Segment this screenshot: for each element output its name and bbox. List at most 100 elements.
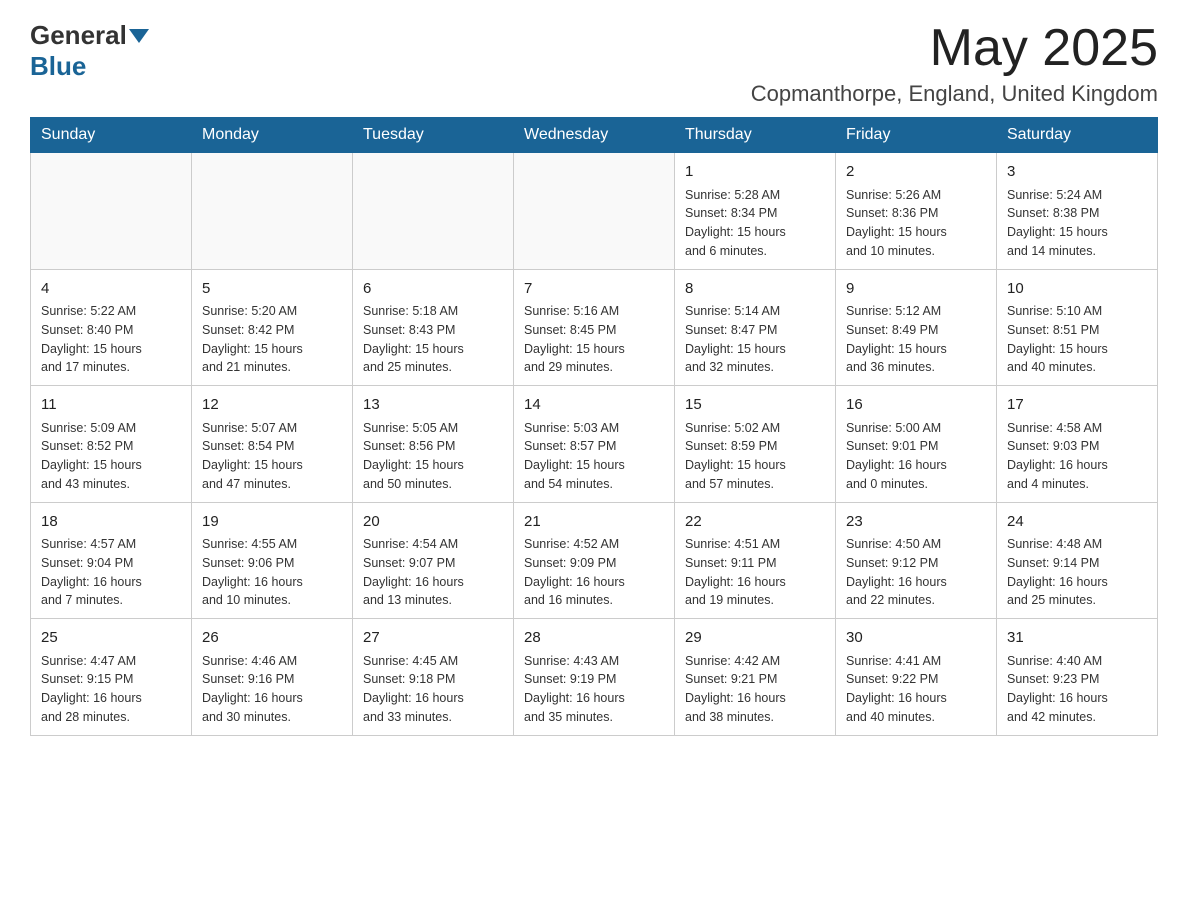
calendar-header-row: SundayMondayTuesdayWednesdayThursdayFrid… bbox=[31, 118, 1158, 153]
day-header-friday: Friday bbox=[836, 118, 997, 153]
day-info: Daylight: 16 hours bbox=[1007, 573, 1147, 592]
day-info: and 38 minutes. bbox=[685, 708, 825, 727]
day-info: and 40 minutes. bbox=[1007, 358, 1147, 377]
day-info: Sunset: 8:42 PM bbox=[202, 321, 342, 340]
day-info: Daylight: 15 hours bbox=[363, 340, 503, 359]
day-info: Daylight: 16 hours bbox=[524, 573, 664, 592]
day-info: and 7 minutes. bbox=[41, 591, 181, 610]
day-info: Sunset: 9:06 PM bbox=[202, 554, 342, 573]
day-info: Sunrise: 5:20 AM bbox=[202, 302, 342, 321]
day-info: Daylight: 16 hours bbox=[1007, 456, 1147, 475]
calendar-cell: 7Sunrise: 5:16 AMSunset: 8:45 PMDaylight… bbox=[514, 269, 675, 386]
calendar-week-5: 25Sunrise: 4:47 AMSunset: 9:15 PMDayligh… bbox=[31, 619, 1158, 736]
day-info: Sunrise: 4:48 AM bbox=[1007, 535, 1147, 554]
day-info: Sunset: 8:56 PM bbox=[363, 437, 503, 456]
calendar-cell: 9Sunrise: 5:12 AMSunset: 8:49 PMDaylight… bbox=[836, 269, 997, 386]
day-info: Sunrise: 4:52 AM bbox=[524, 535, 664, 554]
calendar-cell: 22Sunrise: 4:51 AMSunset: 9:11 PMDayligh… bbox=[675, 502, 836, 619]
day-info: Sunrise: 5:02 AM bbox=[685, 419, 825, 438]
calendar-cell: 5Sunrise: 5:20 AMSunset: 8:42 PMDaylight… bbox=[192, 269, 353, 386]
day-info: Sunrise: 5:07 AM bbox=[202, 419, 342, 438]
day-number: 25 bbox=[41, 627, 181, 650]
day-info: Daylight: 15 hours bbox=[685, 456, 825, 475]
day-info: and 21 minutes. bbox=[202, 358, 342, 377]
day-number: 4 bbox=[41, 278, 181, 301]
day-info: Sunrise: 4:45 AM bbox=[363, 652, 503, 671]
day-info: Daylight: 15 hours bbox=[846, 223, 986, 242]
page-header: General Blue May 2025 Copmanthorpe, Engl… bbox=[30, 20, 1158, 107]
day-info: Sunrise: 5:18 AM bbox=[363, 302, 503, 321]
calendar-week-2: 4Sunrise: 5:22 AMSunset: 8:40 PMDaylight… bbox=[31, 269, 1158, 386]
day-info: and 30 minutes. bbox=[202, 708, 342, 727]
day-info: Sunrise: 4:46 AM bbox=[202, 652, 342, 671]
location-text: Copmanthorpe, England, United Kingdom bbox=[751, 81, 1158, 107]
calendar-cell: 4Sunrise: 5:22 AMSunset: 8:40 PMDaylight… bbox=[31, 269, 192, 386]
day-info: Sunrise: 5:26 AM bbox=[846, 186, 986, 205]
day-header-tuesday: Tuesday bbox=[353, 118, 514, 153]
day-info: Daylight: 16 hours bbox=[685, 689, 825, 708]
day-info: Sunset: 8:52 PM bbox=[41, 437, 181, 456]
day-info: Sunrise: 4:58 AM bbox=[1007, 419, 1147, 438]
day-info: Sunset: 9:22 PM bbox=[846, 670, 986, 689]
day-info: Daylight: 16 hours bbox=[202, 689, 342, 708]
month-title: May 2025 bbox=[751, 20, 1158, 77]
day-info: Daylight: 16 hours bbox=[363, 689, 503, 708]
day-info: Sunset: 9:03 PM bbox=[1007, 437, 1147, 456]
day-info: Sunrise: 5:03 AM bbox=[524, 419, 664, 438]
day-info: Daylight: 16 hours bbox=[685, 573, 825, 592]
calendar-cell bbox=[514, 153, 675, 270]
day-header-wednesday: Wednesday bbox=[514, 118, 675, 153]
calendar-cell: 31Sunrise: 4:40 AMSunset: 9:23 PMDayligh… bbox=[997, 619, 1158, 736]
day-info: Sunrise: 4:55 AM bbox=[202, 535, 342, 554]
day-info: and 29 minutes. bbox=[524, 358, 664, 377]
day-info: Sunrise: 4:51 AM bbox=[685, 535, 825, 554]
day-info: and 47 minutes. bbox=[202, 475, 342, 494]
day-info: Daylight: 15 hours bbox=[524, 456, 664, 475]
day-info: Sunset: 8:38 PM bbox=[1007, 204, 1147, 223]
day-info: Sunset: 9:19 PM bbox=[524, 670, 664, 689]
day-info: Sunset: 8:59 PM bbox=[685, 437, 825, 456]
calendar-cell bbox=[31, 153, 192, 270]
day-info: and 28 minutes. bbox=[41, 708, 181, 727]
day-info: Sunrise: 5:05 AM bbox=[363, 419, 503, 438]
day-info: Sunset: 9:18 PM bbox=[363, 670, 503, 689]
calendar-cell: 17Sunrise: 4:58 AMSunset: 9:03 PMDayligh… bbox=[997, 386, 1158, 503]
day-info: Daylight: 16 hours bbox=[524, 689, 664, 708]
day-info: Daylight: 15 hours bbox=[1007, 223, 1147, 242]
day-number: 8 bbox=[685, 278, 825, 301]
calendar-cell: 26Sunrise: 4:46 AMSunset: 9:16 PMDayligh… bbox=[192, 619, 353, 736]
day-number: 28 bbox=[524, 627, 664, 650]
day-info: Sunset: 9:23 PM bbox=[1007, 670, 1147, 689]
day-info: Sunrise: 4:40 AM bbox=[1007, 652, 1147, 671]
day-info: and 14 minutes. bbox=[1007, 242, 1147, 261]
day-info: and 6 minutes. bbox=[685, 242, 825, 261]
day-info: and 25 minutes. bbox=[1007, 591, 1147, 610]
day-info: Sunrise: 5:22 AM bbox=[41, 302, 181, 321]
day-info: Sunrise: 5:00 AM bbox=[846, 419, 986, 438]
day-info: Sunrise: 4:57 AM bbox=[41, 535, 181, 554]
day-info: Sunset: 9:16 PM bbox=[202, 670, 342, 689]
day-info: Sunset: 8:49 PM bbox=[846, 321, 986, 340]
calendar-cell: 23Sunrise: 4:50 AMSunset: 9:12 PMDayligh… bbox=[836, 502, 997, 619]
day-info: Daylight: 15 hours bbox=[202, 456, 342, 475]
day-info: Sunrise: 5:10 AM bbox=[1007, 302, 1147, 321]
day-info: Daylight: 16 hours bbox=[41, 573, 181, 592]
day-info: Sunrise: 5:28 AM bbox=[685, 186, 825, 205]
day-info: Sunrise: 4:47 AM bbox=[41, 652, 181, 671]
logo-general-text: General bbox=[30, 20, 127, 51]
day-number: 6 bbox=[363, 278, 503, 301]
day-info: Sunrise: 5:16 AM bbox=[524, 302, 664, 321]
day-info: and 50 minutes. bbox=[363, 475, 503, 494]
calendar-week-3: 11Sunrise: 5:09 AMSunset: 8:52 PMDayligh… bbox=[31, 386, 1158, 503]
day-info: Sunset: 9:07 PM bbox=[363, 554, 503, 573]
day-number: 12 bbox=[202, 394, 342, 417]
calendar-cell: 3Sunrise: 5:24 AMSunset: 8:38 PMDaylight… bbox=[997, 153, 1158, 270]
day-number: 24 bbox=[1007, 511, 1147, 534]
day-number: 1 bbox=[685, 161, 825, 184]
calendar-cell: 8Sunrise: 5:14 AMSunset: 8:47 PMDaylight… bbox=[675, 269, 836, 386]
day-info: Sunrise: 4:50 AM bbox=[846, 535, 986, 554]
day-number: 10 bbox=[1007, 278, 1147, 301]
day-info: Daylight: 16 hours bbox=[846, 689, 986, 708]
calendar-cell: 30Sunrise: 4:41 AMSunset: 9:22 PMDayligh… bbox=[836, 619, 997, 736]
day-info: and 16 minutes. bbox=[524, 591, 664, 610]
